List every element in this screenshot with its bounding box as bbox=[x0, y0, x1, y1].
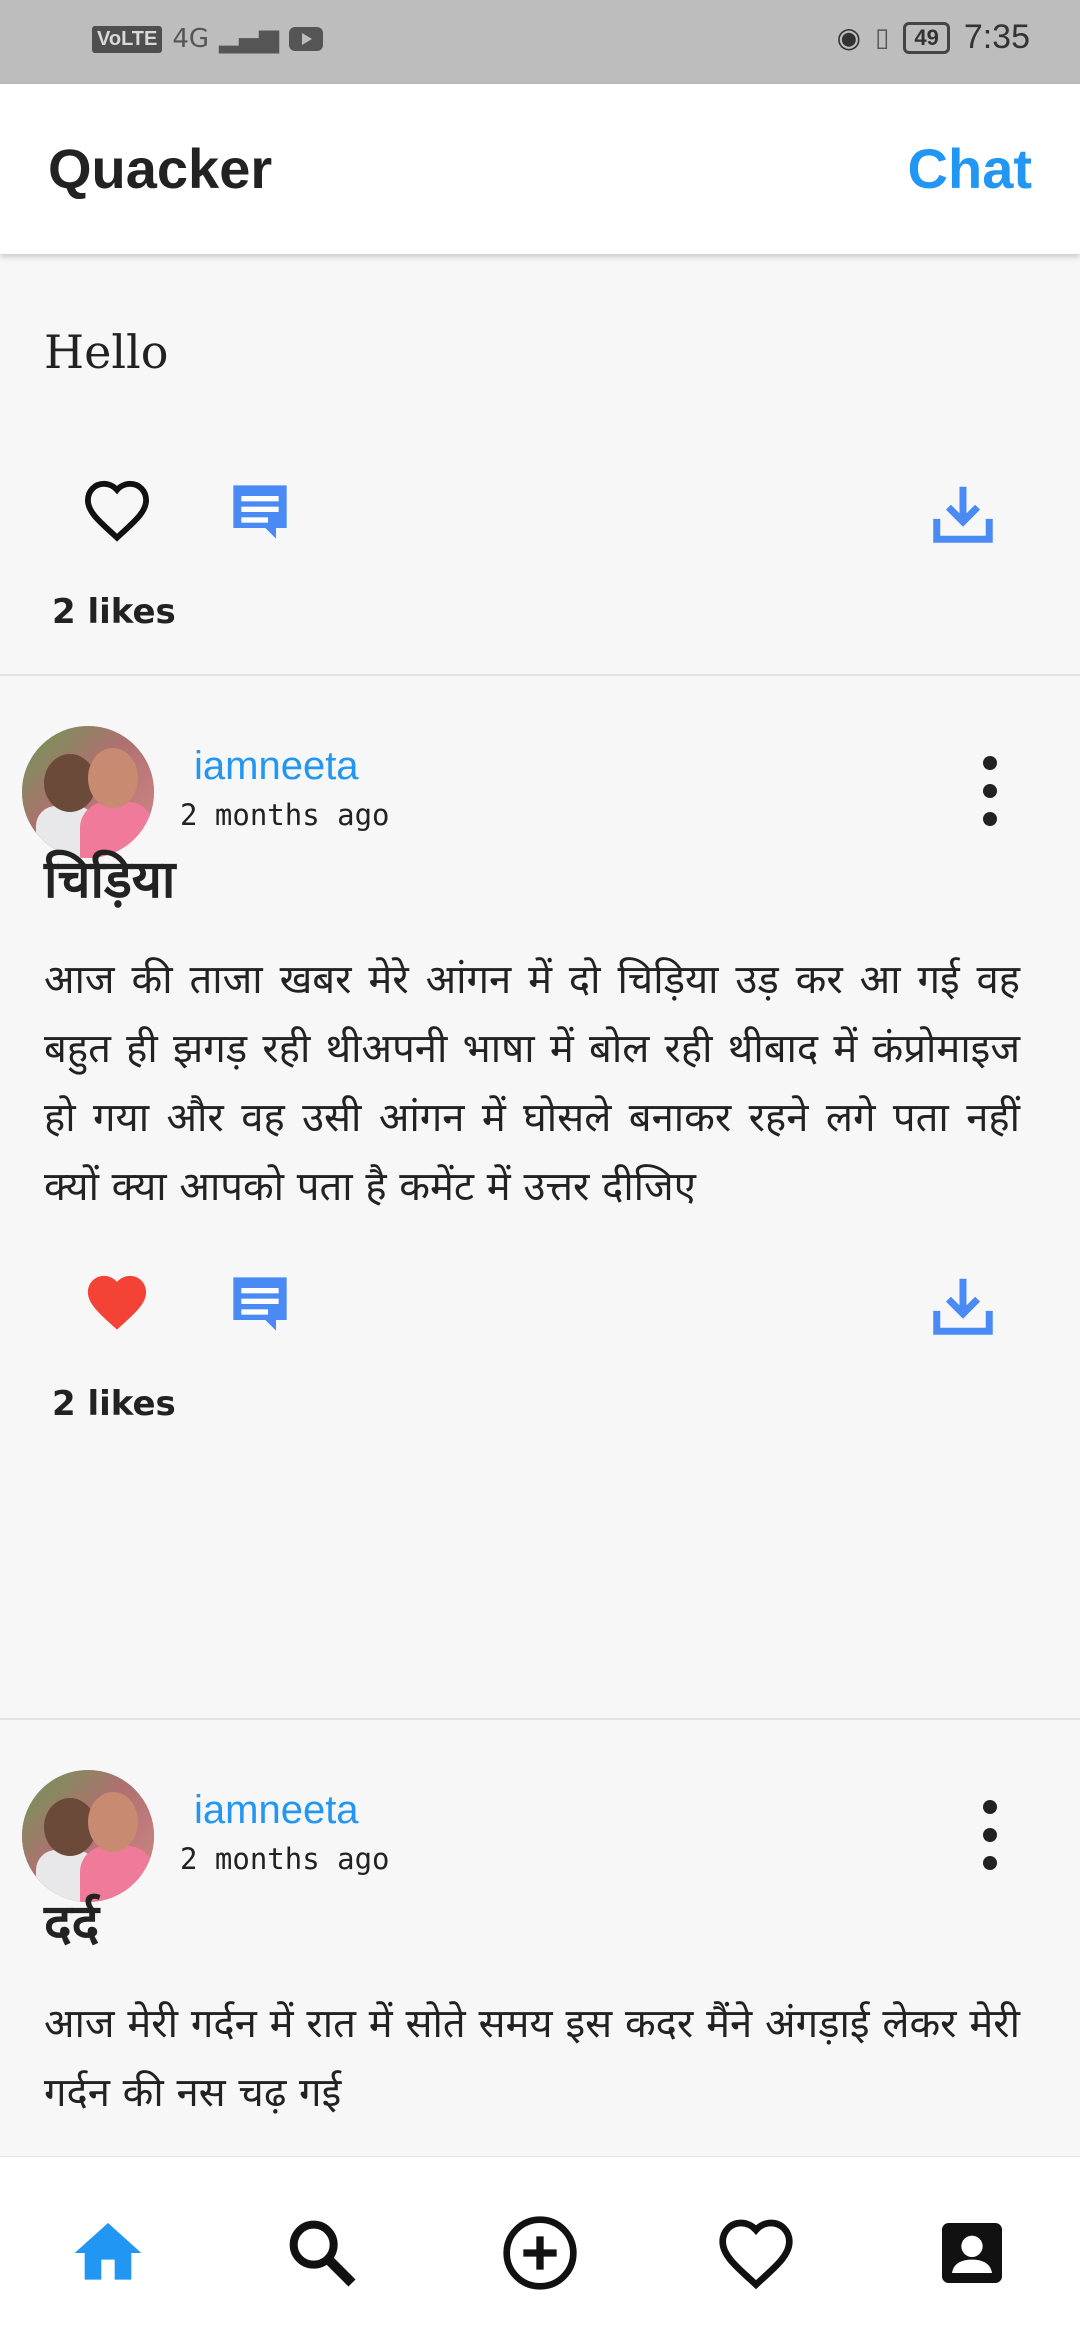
add-circle-icon[interactable] bbox=[500, 2213, 580, 2293]
search-icon[interactable] bbox=[282, 2213, 362, 2293]
home-icon[interactable] bbox=[68, 2213, 148, 2293]
likes-count: 2 likes bbox=[52, 592, 176, 632]
feed[interactable]: Hello 2 likes iamneeta 2 months ago चिड़… bbox=[0, 254, 1080, 2156]
likes-count: 2 likes bbox=[52, 1384, 176, 1424]
download-icon[interactable] bbox=[928, 1270, 998, 1340]
status-right: ◉ ▯ 49 7:35 bbox=[837, 18, 1030, 57]
youtube-icon bbox=[289, 27, 324, 51]
post-divider bbox=[0, 674, 1080, 676]
bottom-navigation bbox=[0, 2156, 1080, 2341]
account-box-icon[interactable] bbox=[932, 2213, 1012, 2293]
heart-icon[interactable] bbox=[716, 2213, 796, 2293]
chat-button[interactable]: Chat bbox=[908, 136, 1032, 201]
avatar[interactable] bbox=[22, 726, 154, 858]
status-bar: VoLTE 4G ▂▄▆ ◉ ▯ 49 7:35 bbox=[0, 0, 1080, 84]
like-heart-filled-icon[interactable] bbox=[82, 1270, 152, 1334]
app-bar: Quacker Chat bbox=[0, 84, 1080, 254]
like-heart-icon[interactable] bbox=[82, 478, 152, 542]
avatar[interactable] bbox=[22, 1770, 154, 1902]
download-icon[interactable] bbox=[928, 478, 998, 548]
post-title: दर्द bbox=[44, 1894, 100, 1954]
post-body: Hello bbox=[44, 325, 169, 379]
post-username[interactable]: iamneeta bbox=[194, 1788, 359, 1833]
more-options-icon[interactable] bbox=[972, 1800, 1008, 1870]
post-body: आज की ताजा खबर मेरे आंगन में दो चिड़िया … bbox=[44, 957, 1020, 1210]
signal-icon: ▂▄▆ bbox=[219, 24, 280, 54]
status-left: VoLTE 4G ▂▄▆ bbox=[92, 24, 324, 54]
post-time: 2 months ago bbox=[180, 798, 390, 832]
comment-icon[interactable] bbox=[228, 480, 292, 544]
post-username[interactable]: iamneeta bbox=[194, 744, 359, 789]
clock: 7:35 bbox=[963, 18, 1030, 56]
post-time: 2 months ago bbox=[180, 1842, 390, 1876]
volte-indicator: VoLTE bbox=[92, 25, 163, 53]
app-title: Quacker bbox=[48, 137, 273, 200]
comment-icon[interactable] bbox=[228, 1272, 292, 1336]
battery-level: 49 bbox=[903, 21, 950, 54]
vibrate-icon: ▯ bbox=[875, 22, 890, 53]
post-body: आज मेरी गर्दन में रात में सोते समय इस कद… bbox=[44, 2001, 1020, 2116]
eye-comfort-icon: ◉ bbox=[836, 22, 862, 53]
post-title: चिड़िया bbox=[44, 850, 176, 910]
more-options-icon[interactable] bbox=[972, 756, 1008, 826]
network-type: 4G bbox=[172, 24, 210, 54]
post-divider bbox=[0, 1718, 1080, 1720]
